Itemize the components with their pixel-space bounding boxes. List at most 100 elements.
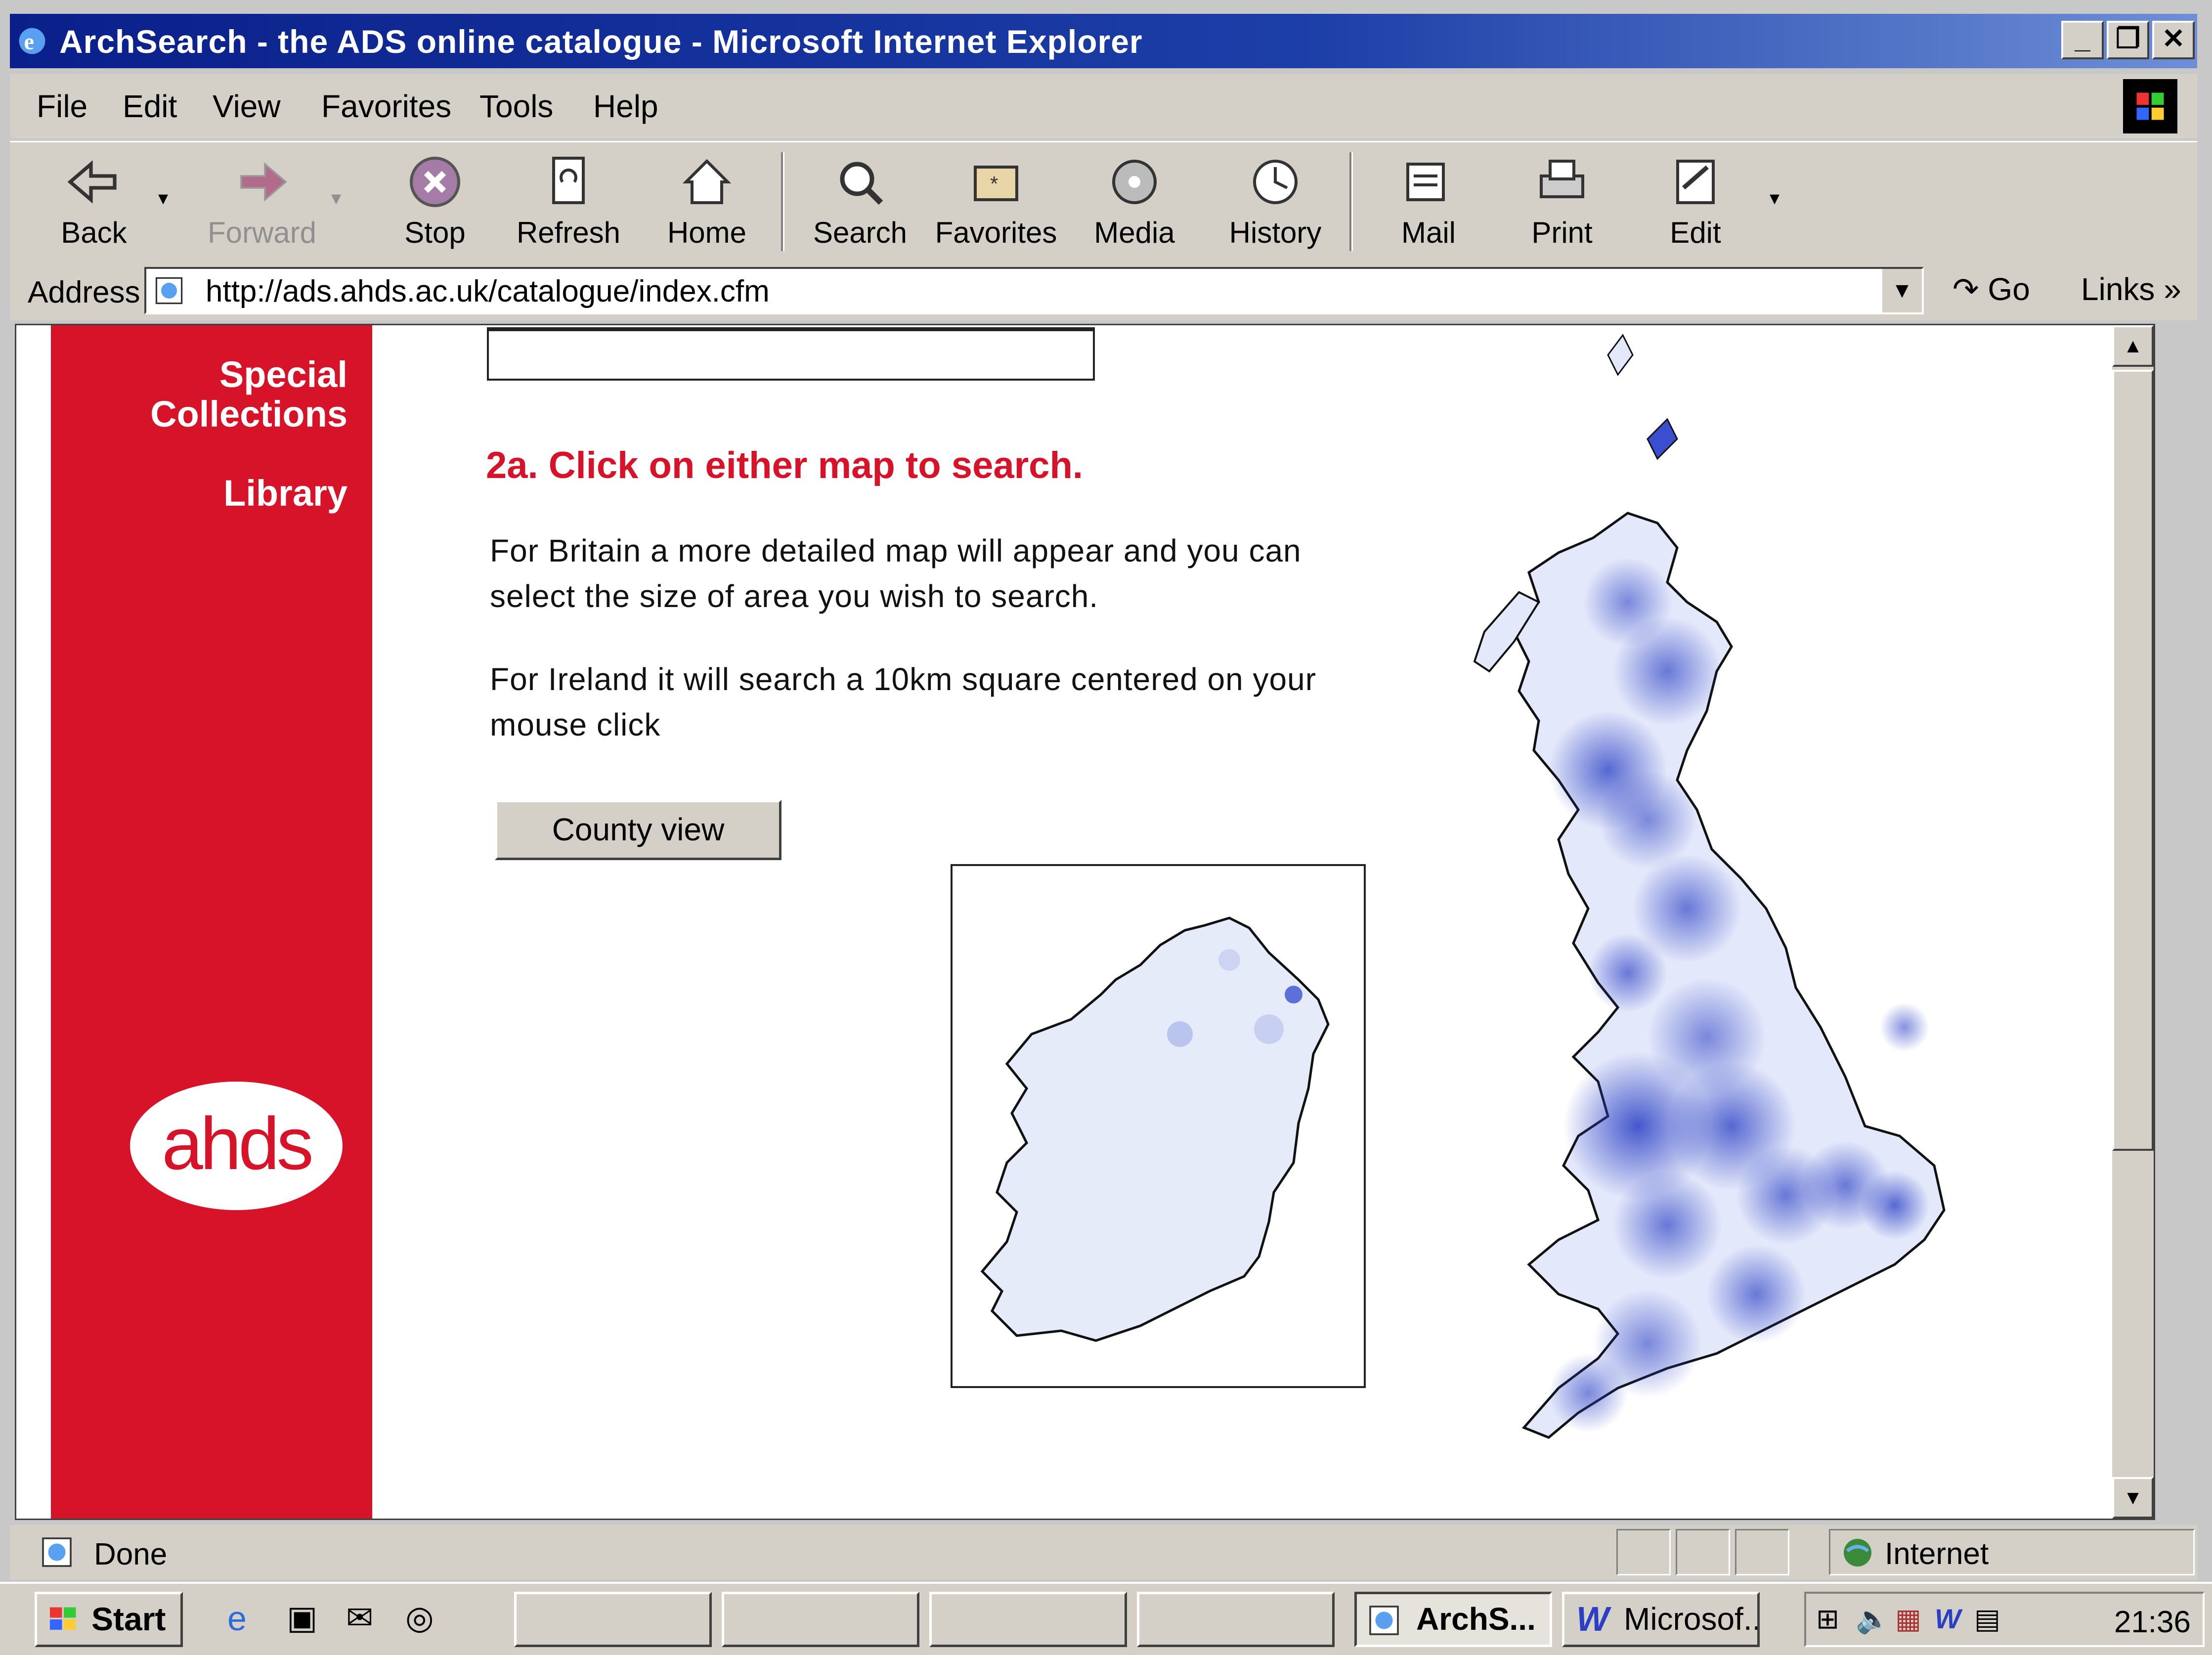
menu-bar: File Edit View Favorites Tools Help	[10, 74, 2197, 138]
menu-edit[interactable]: Edit	[123, 88, 177, 125]
vertical-scrollbar[interactable]: ▲ ▼	[2112, 325, 2154, 1519]
mail-button[interactable]: Mail	[1364, 147, 1493, 256]
monitor-icon[interactable]: ▤	[1974, 1603, 2000, 1635]
print-button[interactable]: Print	[1498, 147, 1626, 256]
media-quicklaunch-icon[interactable]: ◎	[405, 1599, 434, 1637]
ireland-instructions: For Ireland it will search a 10km square…	[490, 661, 1316, 742]
toolbar-separator	[781, 152, 784, 251]
links-label: Links	[2081, 271, 2155, 307]
mail-icon	[1406, 163, 1445, 201]
ie-page-icon	[1369, 1606, 1399, 1635]
taskbar-empty-button[interactable]	[1137, 1592, 1335, 1647]
search-field-remnant[interactable]	[487, 327, 1095, 381]
task-label: Microsof...	[1624, 1601, 1760, 1637]
restore-button[interactable]: ❐	[2107, 21, 2149, 59]
britain-map[interactable]	[1410, 325, 2092, 1519]
refresh-label: Refresh	[516, 216, 621, 249]
taskbar-word-button[interactable]: W Microsof...	[1562, 1592, 1760, 1647]
close-button[interactable]: ✕	[2152, 21, 2195, 59]
library-link[interactable]: Library	[223, 474, 347, 513]
forward-arrow-icon	[240, 162, 287, 202]
refresh-button[interactable]: Refresh	[504, 147, 633, 256]
home-label: Home	[667, 216, 747, 249]
start-button[interactable]: Start	[35, 1592, 183, 1647]
media-label: Media	[1094, 216, 1175, 249]
favorites-label: Favorites	[935, 216, 1057, 249]
toolbar-separator	[1349, 152, 1353, 251]
globe-icon	[1844, 1539, 1871, 1567]
network-icon[interactable]: ⊞	[1816, 1603, 1839, 1635]
back-label: Back	[61, 216, 127, 249]
address-input[interactable]: http://ads.ahds.ac.uk/catalogue/index.cf…	[144, 267, 1924, 314]
task-label: ArchS...	[1416, 1601, 1536, 1637]
system-tray: ⊞ 🔈 ▦ W ▤ 21:36	[1804, 1592, 2205, 1647]
antivirus-icon[interactable]: ▦	[1895, 1603, 1921, 1635]
ie-quicklaunch-icon[interactable]: e	[227, 1599, 247, 1638]
go-button[interactable]: ↷ Go	[1952, 271, 2030, 308]
edit-button[interactable]: Edit	[1631, 147, 1760, 256]
mail-label: Mail	[1401, 216, 1456, 249]
forward-dropdown-icon[interactable]: ▾	[331, 187, 341, 210]
favorites-folder-icon: *	[974, 166, 1018, 201]
media-button[interactable]: Media	[1070, 147, 1199, 256]
menu-help[interactable]: Help	[593, 88, 658, 125]
menu-file[interactable]: File	[37, 88, 87, 125]
back-arrow-icon	[67, 160, 117, 204]
links-button[interactable]: Links »	[2081, 271, 2181, 307]
page-done-icon	[42, 1537, 72, 1567]
go-label: Go	[1988, 271, 2030, 307]
chevron-right-icon: »	[2164, 271, 2181, 307]
history-clock-icon	[1253, 160, 1298, 204]
volume-icon[interactable]: 🔈	[1856, 1603, 1890, 1635]
scroll-down-icon[interactable]: ▼	[2112, 1477, 2154, 1519]
clock: 21:36	[2114, 1605, 2191, 1639]
security-zone: Internet	[1829, 1529, 2195, 1575]
standard-toolbar: Back ▾ Forward ▾ Stop Refresh Home Searc…	[10, 141, 2197, 262]
refresh-icon	[552, 157, 585, 204]
stop-icon	[410, 157, 460, 207]
county-view-button[interactable]: County view	[495, 800, 781, 860]
word-tray-icon[interactable]: W	[1935, 1603, 1961, 1635]
ireland-map-graphic	[980, 916, 1330, 1342]
menu-view[interactable]: View	[213, 88, 281, 125]
minimize-button[interactable]: _	[2061, 21, 2104, 59]
desktop-quicklaunch-icon[interactable]: ▣	[287, 1599, 317, 1637]
search-label: Search	[813, 216, 908, 249]
menu-favorites[interactable]: Favorites	[321, 88, 451, 125]
edit-dropdown-icon[interactable]: ▾	[1770, 187, 1779, 210]
scroll-thumb[interactable]	[2112, 370, 2154, 1151]
scroll-up-icon[interactable]: ▲	[2112, 325, 2154, 367]
home-button[interactable]: Home	[643, 147, 771, 256]
search-button[interactable]: Search	[796, 147, 924, 256]
title-bar: e ArchSearch - the ADS online catalogue …	[10, 14, 2197, 68]
forward-button[interactable]: Forward	[198, 147, 326, 256]
address-bar: Address http://ads.ahds.ac.uk/catalogue/…	[10, 261, 2197, 320]
forward-label: Forward	[207, 216, 317, 249]
address-dropdown-icon[interactable]: ▼	[1881, 269, 1922, 312]
taskbar-empty-button[interactable]	[929, 1592, 1127, 1647]
window-title: ArchSearch - the ADS online catalogue - …	[59, 23, 1143, 60]
status-panel	[1616, 1529, 1671, 1575]
status-panel	[1676, 1529, 1730, 1575]
special-collections-link[interactable]: Special Collections	[90, 355, 347, 434]
ahds-logo[interactable]: ahds	[130, 1082, 343, 1210]
taskbar-empty-button[interactable]	[722, 1592, 919, 1647]
taskbar-archsearch-button[interactable]: ArchS...	[1354, 1592, 1552, 1647]
favorites-button[interactable]: * Favorites	[932, 147, 1060, 256]
history-label: History	[1229, 216, 1322, 249]
windows-flag-icon	[50, 1607, 76, 1630]
start-label: Start	[91, 1601, 166, 1637]
history-button[interactable]: History	[1211, 147, 1340, 256]
svg-text:e: e	[24, 29, 35, 54]
taskbar-empty-button[interactable]	[514, 1592, 712, 1647]
back-button[interactable]: Back	[30, 147, 158, 256]
taskbar: Start e ▣ ✉ ◎ ArchS... W Microsof... ⊞ 🔈…	[0, 1582, 2212, 1655]
edit-label: Edit	[1670, 216, 1721, 249]
stop-button[interactable]: Stop	[371, 147, 499, 256]
menu-tools[interactable]: Tools	[479, 88, 553, 125]
back-dropdown-icon[interactable]: ▾	[158, 187, 168, 210]
print-label: Print	[1531, 216, 1593, 249]
ireland-map[interactable]	[951, 864, 1366, 1388]
outlook-quicklaunch-icon[interactable]: ✉	[346, 1599, 373, 1637]
britain-instructions: For Britain a more detailed map will app…	[490, 533, 1301, 614]
